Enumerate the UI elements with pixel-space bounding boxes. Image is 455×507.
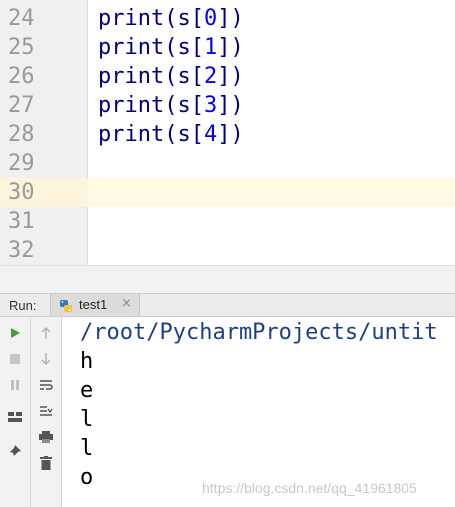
console-line: e bbox=[80, 378, 94, 403]
console-line: l bbox=[80, 407, 94, 432]
code-number: 0 bbox=[203, 6, 218, 31]
code-number: 4 bbox=[203, 122, 218, 147]
line-number: 24 bbox=[8, 6, 35, 31]
python-file-icon bbox=[59, 298, 73, 312]
code-line[interactable]: 24 print(s[0]) bbox=[0, 4, 455, 33]
code-editor[interactable]: 24 print(s[0]) 25 print(s[1]) 26 print(s… bbox=[0, 0, 455, 265]
code-number: 3 bbox=[203, 93, 218, 118]
code-line[interactable]: 27 print(s[3]) bbox=[0, 91, 455, 120]
run-tab-label: test1 bbox=[79, 297, 108, 312]
code-line[interactable]: 32 bbox=[0, 236, 455, 265]
code-text: print(s[4]) bbox=[98, 120, 244, 149]
code-token: ]) bbox=[217, 6, 244, 31]
code-line[interactable]: 31 bbox=[0, 207, 455, 236]
line-number: 28 bbox=[8, 122, 35, 147]
code-token: print(s[ bbox=[98, 6, 204, 31]
down-arrow-icon[interactable] bbox=[36, 349, 56, 369]
code-line[interactable]: 26 print(s[2]) bbox=[0, 62, 455, 91]
code-token: print(s[ bbox=[98, 122, 204, 147]
layout-icon[interactable] bbox=[5, 407, 25, 427]
run-console[interactable]: /root/PycharmProjects/untit h e l l o bbox=[62, 317, 455, 507]
line-number: 32 bbox=[8, 238, 35, 263]
print-icon[interactable] bbox=[36, 427, 56, 447]
code-token: ]) bbox=[217, 93, 244, 118]
code-text: print(s[1]) bbox=[98, 33, 244, 62]
code-text: print(s[3]) bbox=[98, 91, 244, 120]
up-arrow-icon[interactable] bbox=[36, 323, 56, 343]
code-number: 2 bbox=[203, 64, 218, 89]
watermark: https://blog.csdn.net/qq_41961805 bbox=[202, 480, 417, 496]
code-token: print(s[ bbox=[98, 35, 204, 60]
line-number: 26 bbox=[8, 64, 35, 89]
line-number: 25 bbox=[8, 35, 35, 60]
code-token: ]) bbox=[217, 64, 244, 89]
code-token: ]) bbox=[217, 122, 244, 147]
line-number: 27 bbox=[8, 93, 35, 118]
line-number: 31 bbox=[8, 209, 35, 234]
soft-wrap-icon[interactable] bbox=[36, 375, 56, 395]
console-line: o bbox=[80, 465, 94, 490]
code-token: print(s[ bbox=[98, 93, 204, 118]
scroll-to-end-icon[interactable] bbox=[36, 401, 56, 421]
stop-icon[interactable] bbox=[5, 349, 25, 369]
console-line: h bbox=[80, 349, 94, 374]
run-toolbar-primary bbox=[0, 317, 31, 507]
line-number: 29 bbox=[8, 151, 35, 176]
pause-icon[interactable] bbox=[5, 375, 25, 395]
code-token: ]) bbox=[217, 35, 244, 60]
current-code-line[interactable]: 30 bbox=[0, 178, 455, 207]
pin-icon[interactable] bbox=[5, 441, 25, 461]
editor-horizontal-scrollbar[interactable] bbox=[0, 265, 455, 293]
code-token: print(s[ bbox=[98, 64, 204, 89]
code-text: print(s[2]) bbox=[98, 62, 244, 91]
rerun-icon[interactable] bbox=[5, 323, 25, 343]
line-number: 30 bbox=[0, 178, 88, 207]
close-icon[interactable]: × bbox=[121, 296, 132, 311]
code-line[interactable]: 28 print(s[4]) bbox=[0, 120, 455, 149]
trash-icon[interactable] bbox=[36, 453, 56, 473]
code-number: 1 bbox=[203, 35, 218, 60]
run-tool-window-header: Run: test1 × bbox=[0, 293, 455, 317]
run-toolbar-secondary bbox=[31, 317, 62, 507]
code-text: print(s[0]) bbox=[98, 4, 244, 33]
code-line[interactable]: 29 bbox=[0, 149, 455, 178]
console-line: l bbox=[80, 436, 94, 461]
run-tab-test1[interactable]: test1 × bbox=[50, 294, 140, 316]
run-label: Run: bbox=[9, 298, 37, 313]
code-line[interactable]: 25 print(s[1]) bbox=[0, 33, 455, 62]
console-line-path: /root/PycharmProjects/untit bbox=[80, 320, 438, 345]
